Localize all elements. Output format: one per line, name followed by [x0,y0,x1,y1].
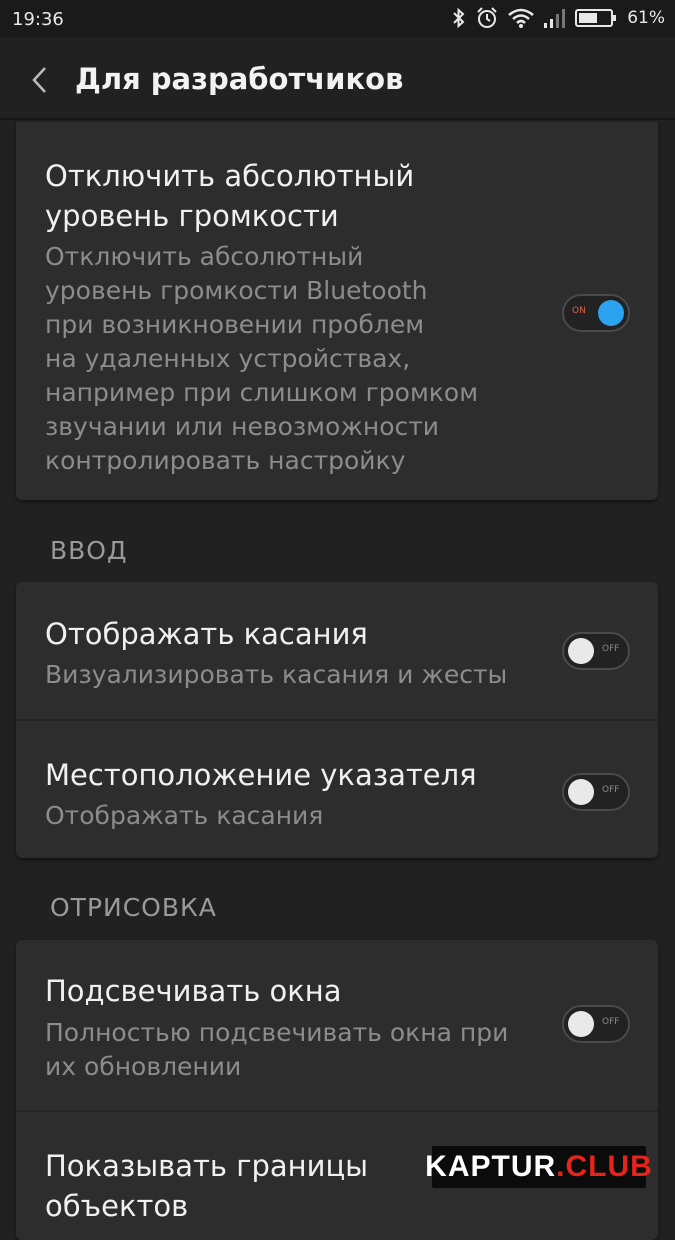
toggle-knob [568,779,594,805]
toggle-knob [598,300,624,326]
setting-subtitle: звучании или невозможности [45,412,440,441]
setting-title: Отключить абсолютный [45,159,415,193]
setting-title: Местоположение указателя [45,758,477,792]
setting-subtitle: на удаленных устройствах, [45,344,411,373]
toggle-knob [568,638,594,664]
settings-card-drawing: Подсвечивать окна Полностью подсвечивать… [16,940,658,1240]
wifi-icon [508,8,535,28]
setting-pointer-location[interactable]: Местоположение указателя Отображать каса… [16,719,658,858]
app-bar-divider [0,118,675,120]
setting-subtitle: Отображать касания [45,801,324,830]
setting-title: Подсвечивать окна [45,974,342,1008]
page-title: Для разработчиков [75,62,404,96]
toggle-highlight-windows[interactable]: OFF [562,1005,630,1043]
watermark-text-accent: .CLUB [556,1150,653,1183]
setting-subtitle: уровень громкости Bluetooth [45,276,428,305]
section-header-drawing: ОТРИСОВКА [50,893,217,922]
toggle-state-label: OFF [602,785,620,795]
settings-card-volume: Отключить абсолютный уровень громкости О… [16,122,658,500]
setting-subtitle: например при слишком громком [45,378,479,407]
setting-subtitle: при возникновении проблем [45,310,425,339]
toggle-state-label: OFF [602,644,620,654]
section-header-input: ВВОД [50,536,128,565]
app-bar: Для разработчиков [0,38,675,120]
setting-subtitle: контролировать настройку [45,446,406,475]
toggle-absolute-volume[interactable]: ON [562,294,630,332]
setting-subtitle: Отключить абсолютный [45,242,364,271]
toggle-state-label: ON [572,306,586,316]
chevron-left-icon [32,67,46,93]
settings-card-input: Отображать касания Визуализировать касан… [16,582,658,858]
toggle-knob [568,1011,594,1037]
setting-subtitle: Полностью подсвечивать окна при [45,1018,509,1047]
toggle-pointer-location[interactable]: OFF [562,773,630,811]
setting-show-touches[interactable]: Отображать касания Визуализировать касан… [16,582,658,719]
setting-subtitle: Визуализировать касания и жесты [45,660,508,689]
setting-title: Отображать касания [45,617,368,651]
setting-absolute-volume[interactable]: Отключить абсолютный уровень громкости О… [16,122,658,500]
setting-title: уровень громкости [45,199,339,233]
watermark-text: KAPTUR [425,1150,557,1183]
battery-icon [575,9,617,27]
alarm-icon [477,7,497,28]
status-time: 19:36 [12,9,64,30]
status-bar: 19:36 61% [0,0,675,38]
setting-title: Показывать границы [45,1149,369,1183]
setting-title: объектов [45,1189,189,1223]
toggle-state-label: OFF [602,1017,620,1027]
bluetooth-icon [453,7,465,29]
back-button[interactable] [22,60,58,100]
setting-highlight-windows[interactable]: Подсвечивать окна Полностью подсвечивать… [16,940,658,1110]
setting-subtitle: их обновлении [45,1052,242,1081]
watermark-logo: KAPTUR .CLUB [425,1146,652,1188]
status-icons: 61% [451,6,665,30]
battery-percent: 61% [627,8,665,28]
signal-icon [544,9,566,28]
toggle-show-touches[interactable]: OFF [562,632,630,670]
